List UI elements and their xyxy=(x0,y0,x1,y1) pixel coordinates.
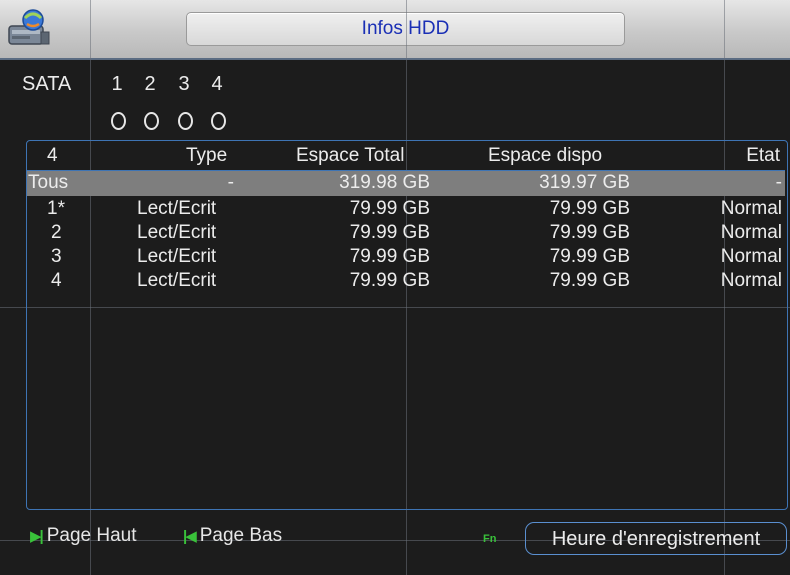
cell-type: - xyxy=(227,172,234,193)
cell-total: 79.99 GB xyxy=(349,222,430,243)
cell-total: 79.99 GB xyxy=(349,198,430,219)
col-header-type: Type xyxy=(186,145,228,166)
cell-id[interactable]: 2 xyxy=(51,222,62,244)
cell-total: 79.99 GB xyxy=(349,246,430,267)
sata-status-1 xyxy=(111,112,126,130)
page-up-label: Page Haut xyxy=(46,525,137,546)
sata-status-3 xyxy=(178,112,193,130)
cell-state: Normal xyxy=(720,246,782,267)
fn-key-icon: Fn xyxy=(483,533,497,545)
col-header-state: Etat xyxy=(746,145,780,166)
sata-port-2: 2 xyxy=(144,73,156,95)
cell-id[interactable]: 3 xyxy=(51,246,62,268)
cell-state: - xyxy=(775,172,782,193)
cell-id[interactable]: 4 xyxy=(51,270,62,292)
cell-free: 79.99 GB xyxy=(549,246,630,267)
cell-id[interactable]: Tous xyxy=(28,172,68,194)
hdd-app-icon xyxy=(7,6,53,50)
title-bar: Infos HDD xyxy=(0,0,790,60)
next-page-icon: ▶| xyxy=(30,528,44,545)
cell-state: Normal xyxy=(720,222,782,243)
cell-free: 319.97 GB xyxy=(539,172,630,193)
cell-type: Lect/Ecrit xyxy=(137,246,217,267)
cell-total: 319.98 GB xyxy=(339,172,430,193)
cell-free: 79.99 GB xyxy=(549,222,630,243)
cell-total: 79.99 GB xyxy=(349,270,430,291)
col-header-id: 4 xyxy=(47,145,58,166)
page-down-label: Page Bas xyxy=(199,525,283,546)
sata-port-4: 4 xyxy=(211,73,223,95)
prev-page-icon: |◀ xyxy=(183,528,197,545)
sata-status-2 xyxy=(144,112,159,130)
cell-type: Lect/Ecrit xyxy=(137,222,217,243)
col-header-total: Espace Total xyxy=(296,145,405,166)
sata-port-3: 3 xyxy=(178,73,190,95)
sata-port-1: 1 xyxy=(111,73,123,95)
cell-id[interactable]: 1* xyxy=(47,198,65,220)
cell-free: 79.99 GB xyxy=(549,198,630,219)
page-down-button[interactable]: |◀ Page Bas xyxy=(183,525,282,547)
sata-status-4 xyxy=(211,112,226,130)
cell-free: 79.99 GB xyxy=(549,270,630,291)
page-up-button[interactable]: ▶| Page Haut xyxy=(30,525,137,547)
cell-type: Lect/Ecrit xyxy=(137,198,217,219)
cell-state: Normal xyxy=(720,198,782,219)
record-time-button[interactable]: Heure d'enregistrement xyxy=(525,522,787,555)
sata-label: SATA xyxy=(22,73,72,95)
cell-type: Lect/Ecrit xyxy=(137,270,217,291)
col-header-free: Espace dispo xyxy=(488,145,603,166)
cell-state: Normal xyxy=(720,270,782,291)
